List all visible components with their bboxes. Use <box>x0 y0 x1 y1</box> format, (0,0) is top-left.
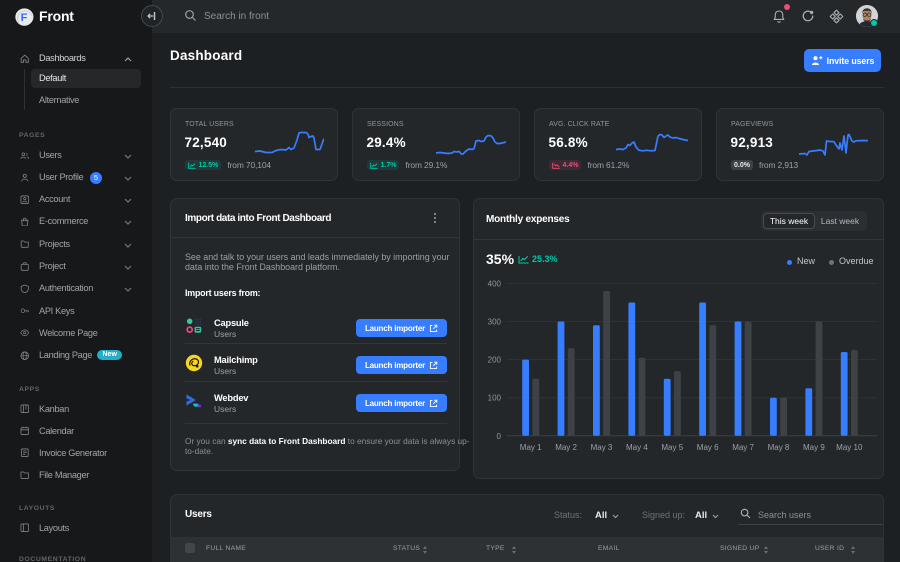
svg-text:May 8: May 8 <box>768 443 790 452</box>
svg-text:May 1: May 1 <box>520 443 542 452</box>
svg-text:May 6: May 6 <box>697 443 719 452</box>
svg-text:0: 0 <box>497 432 502 441</box>
svg-text:300: 300 <box>488 318 502 327</box>
svg-text:May 5: May 5 <box>661 443 683 452</box>
svg-text:100: 100 <box>488 394 502 403</box>
svg-text:400: 400 <box>488 279 502 288</box>
svg-text:May 4: May 4 <box>626 443 648 452</box>
svg-text:May 9: May 9 <box>803 443 825 452</box>
svg-text:F: F <box>21 12 28 24</box>
svg-text:May 2: May 2 <box>555 443 577 452</box>
svg-text:200: 200 <box>488 356 502 365</box>
svg-text:May 3: May 3 <box>591 443 613 452</box>
svg-text:May 10: May 10 <box>836 443 863 452</box>
svg-text:May 7: May 7 <box>732 443 754 452</box>
